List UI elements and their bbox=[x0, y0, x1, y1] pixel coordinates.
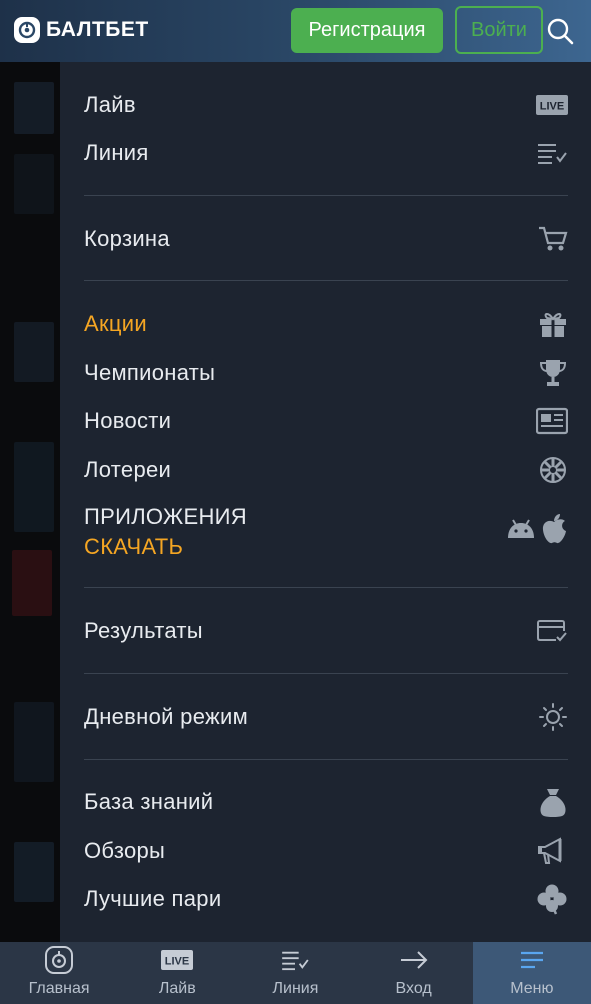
menu-item-apps[interactable]: ПРИЛОЖЕНИЯ СКАЧАТЬ bbox=[84, 502, 568, 562]
menu-item-best-bets[interactable]: Лучшие пари bbox=[84, 882, 568, 916]
menu-item-day-mode[interactable]: Дневной режим bbox=[84, 700, 568, 734]
divider bbox=[84, 587, 568, 588]
bottom-nav: Главная LIVE Лайв Линия Вход Меню bbox=[0, 942, 591, 1004]
menu-item-label: Результаты bbox=[84, 618, 203, 643]
gift-icon bbox=[534, 307, 568, 341]
divider bbox=[84, 759, 568, 760]
menu-item-label: Обзоры bbox=[84, 838, 166, 863]
lottery-wheel-icon bbox=[534, 453, 568, 487]
divider bbox=[84, 280, 568, 281]
menu-item-reviews[interactable]: Обзоры bbox=[84, 834, 568, 868]
login-button[interactable]: Войти bbox=[455, 6, 543, 54]
home-logo-icon bbox=[42, 945, 76, 975]
menu-item-promos[interactable]: Акции bbox=[84, 307, 568, 341]
live-icon: LIVE bbox=[534, 88, 568, 122]
trophy-icon bbox=[534, 356, 568, 390]
nav-live[interactable]: LIVE Лайв bbox=[118, 942, 236, 1004]
nav-line-label: Линия bbox=[272, 980, 319, 997]
apps-title: ПРИЛОЖЕНИЯ bbox=[84, 504, 247, 529]
nav-home[interactable]: Главная bbox=[0, 942, 118, 1004]
menu-item-label: Лайв bbox=[84, 92, 136, 117]
menu-item-label: Линия bbox=[84, 140, 149, 165]
menu-item-results[interactable]: Результаты bbox=[84, 614, 568, 648]
svg-text:LIVE: LIVE bbox=[540, 101, 564, 113]
menu-item-label: База знаний bbox=[84, 789, 214, 814]
clover-icon bbox=[534, 882, 568, 916]
menu-item-news[interactable]: Новости bbox=[84, 404, 568, 438]
nav-login-label: Вход bbox=[395, 980, 432, 997]
megaphone-icon bbox=[534, 834, 568, 868]
apple-icon[interactable] bbox=[540, 513, 568, 551]
register-button[interactable]: Регистрация bbox=[291, 8, 443, 53]
top-header: БАЛТБЕТ Регистрация Войти bbox=[0, 0, 591, 62]
menu-item-label: Лучшие пари bbox=[84, 886, 222, 911]
menu-item-label: Корзина bbox=[84, 226, 170, 251]
apps-download-link[interactable]: СКАЧАТЬ bbox=[84, 534, 247, 560]
page-backdrop[interactable] bbox=[0, 62, 60, 942]
checklist-icon bbox=[534, 136, 568, 170]
divider bbox=[84, 673, 568, 674]
nav-login[interactable]: Вход bbox=[355, 942, 473, 1004]
newspaper-icon bbox=[534, 404, 568, 438]
menu-item-cart[interactable]: Корзина bbox=[84, 222, 568, 256]
live-icon: LIVE bbox=[160, 945, 194, 975]
menu-item-live[interactable]: Лайв LIVE bbox=[84, 88, 568, 122]
money-bag-icon bbox=[534, 785, 568, 819]
nav-line[interactable]: Линия bbox=[236, 942, 354, 1004]
search-icon[interactable] bbox=[546, 17, 574, 45]
divider bbox=[84, 195, 568, 196]
baltbet-logo[interactable]: БАЛТБЕТ bbox=[14, 17, 149, 43]
menu-item-line[interactable]: Линия bbox=[84, 136, 568, 170]
checklist-icon bbox=[278, 945, 312, 975]
menu-item-label: Лотереи bbox=[84, 457, 172, 482]
sun-icon bbox=[534, 700, 568, 734]
menu-item-label: Новости bbox=[84, 408, 172, 433]
nav-live-label: Лайв bbox=[158, 980, 196, 997]
logo-icon bbox=[14, 17, 40, 43]
arrow-right-icon bbox=[397, 945, 431, 975]
android-icon[interactable] bbox=[506, 518, 536, 546]
menu-item-lotteries[interactable]: Лотереи bbox=[84, 453, 568, 487]
svg-text:LIVE: LIVE bbox=[165, 956, 189, 968]
nav-menu-label: Меню bbox=[510, 980, 554, 997]
logo-text: БАЛТБЕТ bbox=[46, 18, 149, 41]
side-menu-drawer: Лайв LIVE Линия Корзина Акции Чемпионаты… bbox=[60, 62, 591, 942]
menu-item-knowledge-base[interactable]: База знаний bbox=[84, 785, 568, 819]
menu-item-label: Акции bbox=[84, 311, 147, 336]
cart-icon bbox=[534, 222, 568, 256]
nav-home-label: Главная bbox=[28, 980, 90, 997]
card-check-icon bbox=[534, 614, 568, 648]
menu-item-label: Дневной режим bbox=[84, 704, 249, 729]
menu-icon bbox=[515, 945, 549, 975]
nav-menu[interactable]: Меню bbox=[472, 942, 591, 1004]
menu-item-label: Чемпионаты bbox=[84, 360, 216, 385]
menu-item-championships[interactable]: Чемпионаты bbox=[84, 356, 568, 390]
